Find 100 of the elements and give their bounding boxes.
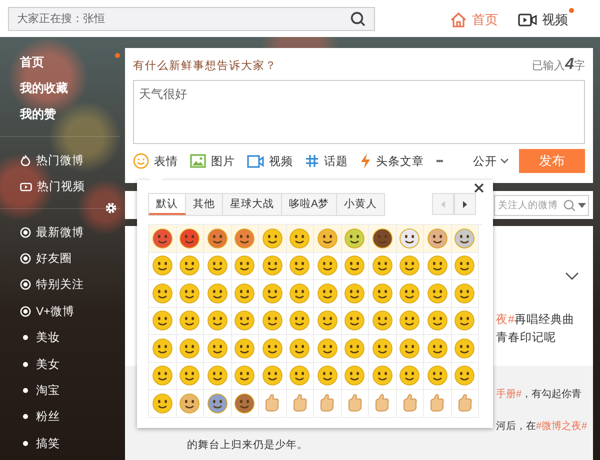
face-emoji-icon[interactable] (399, 282, 420, 304)
toolbar-button[interactable]: 话题 (305, 154, 348, 168)
face-emoji-icon[interactable] (372, 255, 393, 276)
face-emoji-icon[interactable] (234, 365, 256, 386)
sidebar-item[interactable]: V+微博 (0, 298, 120, 325)
face-emoji-icon[interactable] (262, 228, 283, 249)
face-emoji-icon[interactable] (316, 282, 338, 304)
face-emoji-icon[interactable] (454, 338, 476, 359)
face-emoji-icon[interactable] (454, 228, 476, 249)
face-emoji-icon[interactable] (152, 338, 173, 359)
face-emoji-icon[interactable] (316, 255, 338, 276)
face-emoji-icon[interactable] (234, 282, 256, 304)
face-emoji-icon[interactable] (262, 282, 283, 304)
visibility-dropdown[interactable]: 公开 (473, 154, 509, 168)
face-emoji-icon[interactable] (426, 282, 448, 304)
face-emoji-icon[interactable] (399, 255, 420, 276)
face-emoji-icon[interactable] (316, 365, 338, 386)
face-emoji-icon[interactable] (234, 310, 256, 332)
settings-icon[interactable] (105, 202, 117, 214)
face-emoji-icon[interactable] (206, 392, 228, 414)
emoji-tab[interactable]: 默认 (149, 194, 186, 215)
search-icon[interactable] (350, 10, 366, 26)
toolbar-button[interactable]: 头条文章 (360, 153, 424, 169)
sidebar-item[interactable]: 好友圈 (0, 245, 120, 272)
face-emoji-icon[interactable] (454, 365, 476, 386)
face-emoji-icon[interactable] (262, 338, 283, 359)
face-emoji-icon[interactable] (399, 365, 420, 386)
sidebar-item[interactable]: 美妆 (0, 324, 120, 351)
caret-icon[interactable] (578, 202, 586, 208)
sidebar-item[interactable]: 粉丝 (0, 404, 120, 430)
toolbar-button[interactable]: 视频 (247, 154, 293, 168)
face-emoji-icon[interactable] (179, 282, 200, 304)
face-emoji-icon[interactable] (399, 310, 420, 332)
sidebar-item[interactable]: 最新微博 (0, 218, 120, 246)
face-emoji-icon[interactable] (316, 310, 338, 332)
face-emoji-icon[interactable] (426, 338, 448, 359)
sidebar-item[interactable]: 热门视频 (0, 174, 120, 200)
face-emoji-icon[interactable] (289, 338, 310, 359)
search-field[interactable]: 大家正在搜：张恒 (8, 6, 375, 30)
face-emoji-icon[interactable] (152, 255, 173, 276)
face-emoji-icon[interactable] (344, 255, 366, 276)
face-emoji-icon[interactable] (372, 282, 393, 304)
emoji-tab[interactable]: 其他 (186, 194, 223, 215)
face-emoji-icon[interactable] (316, 338, 338, 359)
face-emoji-icon[interactable] (206, 310, 228, 332)
toolbar-button[interactable]: ••• (436, 156, 442, 166)
face-emoji-icon[interactable] (179, 228, 200, 249)
face-emoji-icon[interactable] (152, 228, 173, 249)
post-input-field[interactable]: 天气很好 (133, 80, 585, 144)
face-emoji-icon[interactable] (399, 338, 420, 359)
face-emoji-icon[interactable] (206, 338, 228, 359)
face-emoji-icon[interactable] (372, 365, 393, 386)
face-emoji-icon[interactable] (426, 228, 448, 249)
face-emoji-icon[interactable] (234, 338, 256, 359)
face-emoji-icon[interactable] (426, 255, 448, 276)
emoji-tab[interactable]: 小黄人 (337, 194, 384, 215)
face-emoji-icon[interactable] (234, 255, 256, 276)
face-emoji-icon[interactable] (262, 255, 283, 276)
face-emoji-icon[interactable] (454, 310, 476, 332)
face-emoji-icon[interactable] (179, 310, 200, 332)
sidebar-item[interactable]: 特别关注 (0, 272, 120, 298)
face-emoji-icon[interactable] (152, 282, 173, 304)
face-emoji-icon[interactable] (179, 365, 200, 386)
face-emoji-icon[interactable] (344, 228, 366, 249)
face-emoji-icon[interactable] (426, 310, 448, 332)
sidebar-item[interactable]: 淘宝 (0, 377, 120, 404)
face-emoji-icon[interactable] (372, 338, 393, 359)
nav-link[interactable]: 视频 (518, 8, 574, 29)
face-emoji-icon[interactable] (152, 310, 173, 332)
face-emoji-icon[interactable] (289, 310, 310, 332)
face-emoji-icon[interactable] (426, 365, 448, 386)
face-emoji-icon[interactable] (262, 365, 283, 386)
face-emoji-icon[interactable] (289, 365, 310, 386)
face-emoji-icon[interactable] (289, 228, 310, 249)
face-emoji-icon[interactable] (372, 310, 393, 332)
chevron-down-icon[interactable] (565, 272, 579, 280)
feed-search-field[interactable]: 关注人的微博 (494, 194, 589, 216)
face-emoji-icon[interactable] (152, 392, 173, 414)
face-emoji-icon[interactable] (179, 255, 200, 276)
face-emoji-icon[interactable] (206, 255, 228, 276)
toolbar-button[interactable]: 图片 (190, 154, 235, 168)
sidebar-item[interactable]: 美女 (0, 350, 120, 378)
face-emoji-icon[interactable] (234, 392, 256, 414)
sidebar-item[interactable]: 搞笑 (0, 430, 120, 456)
sidebar-item[interactable]: 热门微博 (0, 147, 120, 174)
face-emoji-icon[interactable] (372, 228, 393, 249)
face-emoji-icon[interactable] (316, 228, 338, 249)
face-emoji-icon[interactable] (399, 228, 420, 249)
emoji-tab[interactable]: 星球大战 (223, 194, 282, 215)
face-emoji-icon[interactable] (289, 255, 310, 276)
face-emoji-icon[interactable] (344, 338, 366, 359)
face-emoji-icon[interactable] (454, 255, 476, 276)
face-emoji-icon[interactable] (344, 365, 366, 386)
face-emoji-icon[interactable] (206, 282, 228, 304)
toolbar-button[interactable]: 表情 (133, 153, 178, 169)
face-emoji-icon[interactable] (179, 392, 200, 414)
face-emoji-icon[interactable] (152, 365, 173, 386)
face-emoji-icon[interactable] (234, 228, 256, 249)
face-emoji-icon[interactable] (289, 282, 310, 304)
next-page-button[interactable] (454, 193, 476, 215)
